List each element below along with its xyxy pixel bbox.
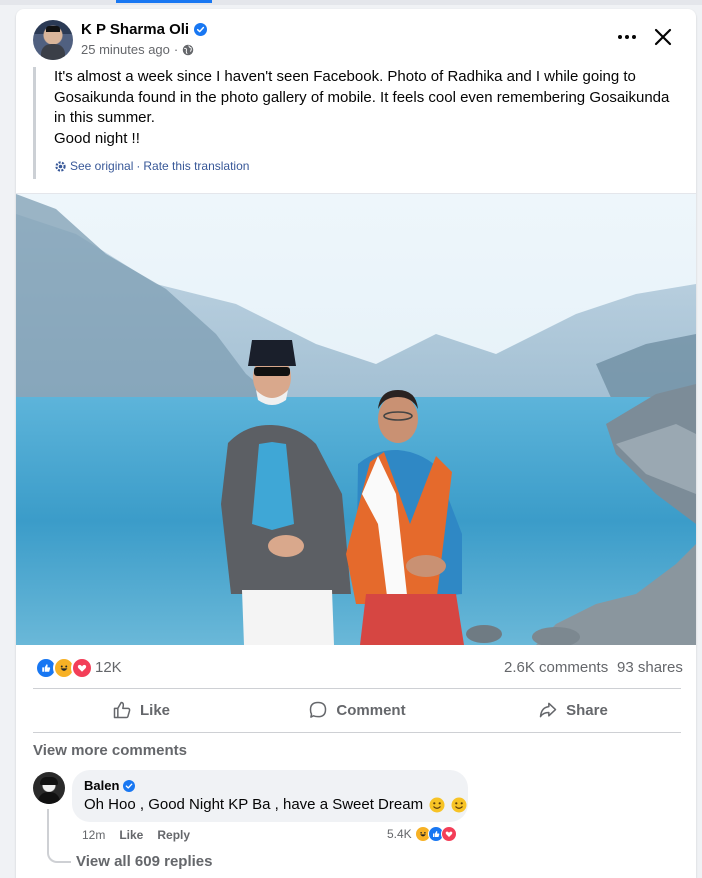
globe-icon — [183, 44, 194, 55]
author-avatar[interactable] — [33, 20, 73, 60]
verified-icon — [194, 23, 208, 36]
more-dot — [625, 35, 629, 39]
gear-icon — [55, 160, 66, 172]
comment-reaction-count: 5.4K — [387, 827, 412, 841]
post-text: It's almost a week since I haven't seen … — [33, 67, 673, 179]
reaction-icons[interactable] — [35, 657, 93, 679]
comments-count[interactable]: 2.6K comments — [504, 659, 608, 676]
author-name[interactable]: K P Sharma Oli — [81, 21, 189, 38]
commenter-name[interactable]: Balen — [84, 778, 119, 793]
author-name-row: K P Sharma Oli — [81, 21, 208, 38]
post-text-line: Gosaikunda found in the photo gallery of… — [54, 88, 670, 106]
comment-label: Comment — [336, 701, 406, 719]
post-photo[interactable] — [16, 194, 696, 645]
see-original-link[interactable]: See original — [70, 159, 133, 173]
translation-row: See original · Rate this translation — [54, 159, 249, 173]
love-reaction-icon — [440, 826, 457, 842]
comment-bubble: Balen Oh Hoo , Good Night KP Ba , have a… — [72, 770, 468, 822]
post-text-line: It's almost a week since I haven't seen … — [54, 68, 636, 85]
post-actions: Like Comment Share — [33, 692, 681, 728]
more-dot — [632, 35, 636, 39]
comment-button[interactable]: Comment — [249, 692, 465, 728]
share-icon — [539, 702, 557, 718]
comment-text: Oh Hoo , Good Night KP Ba , have a Sweet… — [84, 796, 424, 813]
divider — [33, 732, 681, 733]
comment-like-button[interactable]: Like — [119, 828, 143, 842]
comment-text-row: Oh Hoo , Good Night KP Ba , have a Sweet… — [84, 796, 467, 813]
post-text-line: in this summer. — [54, 109, 155, 126]
share-label: Share — [566, 701, 608, 719]
divider — [33, 688, 681, 689]
comment-reply-button[interactable]: Reply — [157, 828, 190, 842]
translation-separator: · — [136, 159, 141, 173]
more-options-button[interactable] — [613, 29, 641, 45]
reaction-count[interactable]: 12K — [95, 659, 122, 676]
post-card: K P Sharma Oli 25 minutes ago · It's alm… — [16, 9, 696, 878]
comment-time[interactable]: 12m — [82, 828, 105, 842]
active-tab-indicator — [116, 0, 212, 3]
like-button[interactable]: Like — [33, 692, 249, 728]
comment-meta: 12m Like Reply — [82, 828, 190, 842]
rate-translation-link[interactable]: Rate this translation — [143, 159, 249, 173]
verified-icon — [123, 779, 136, 792]
close-icon[interactable] — [651, 25, 675, 49]
post-meta: 25 minutes ago · — [81, 42, 194, 57]
view-more-comments-link[interactable]: View more comments — [33, 742, 187, 759]
reactions-summary: 12K 2.6K comments 93 shares — [16, 657, 696, 679]
more-dot — [618, 35, 622, 39]
post-text-line: Good night !! — [54, 129, 140, 147]
comment-reactions[interactable]: 5.4K — [387, 826, 457, 842]
share-button[interactable]: Share — [465, 692, 681, 728]
meta-separator: · — [173, 42, 179, 57]
comment-icon — [310, 701, 327, 718]
view-replies-link[interactable]: View all 609 replies — [76, 853, 212, 870]
avatar-suit — [41, 44, 65, 60]
smiley-icon — [451, 797, 467, 812]
avatar-cap — [46, 26, 60, 32]
shares-count[interactable]: 93 shares — [617, 659, 683, 676]
like-icon — [113, 701, 131, 719]
post-photo-image — [16, 194, 696, 645]
commenter-name-row: Balen — [84, 778, 136, 793]
avatar-hair — [40, 777, 58, 785]
post-time[interactable]: 25 minutes ago — [81, 42, 170, 57]
smiley-icon — [429, 797, 445, 812]
reply-thread-line — [47, 809, 71, 863]
love-reaction-icon — [71, 657, 93, 679]
like-label: Like — [139, 701, 170, 719]
post-header: K P Sharma Oli 25 minutes ago · — [16, 9, 696, 65]
avatar-body — [38, 792, 60, 804]
commenter-avatar[interactable] — [33, 772, 65, 804]
tab-bar — [0, 0, 702, 5]
